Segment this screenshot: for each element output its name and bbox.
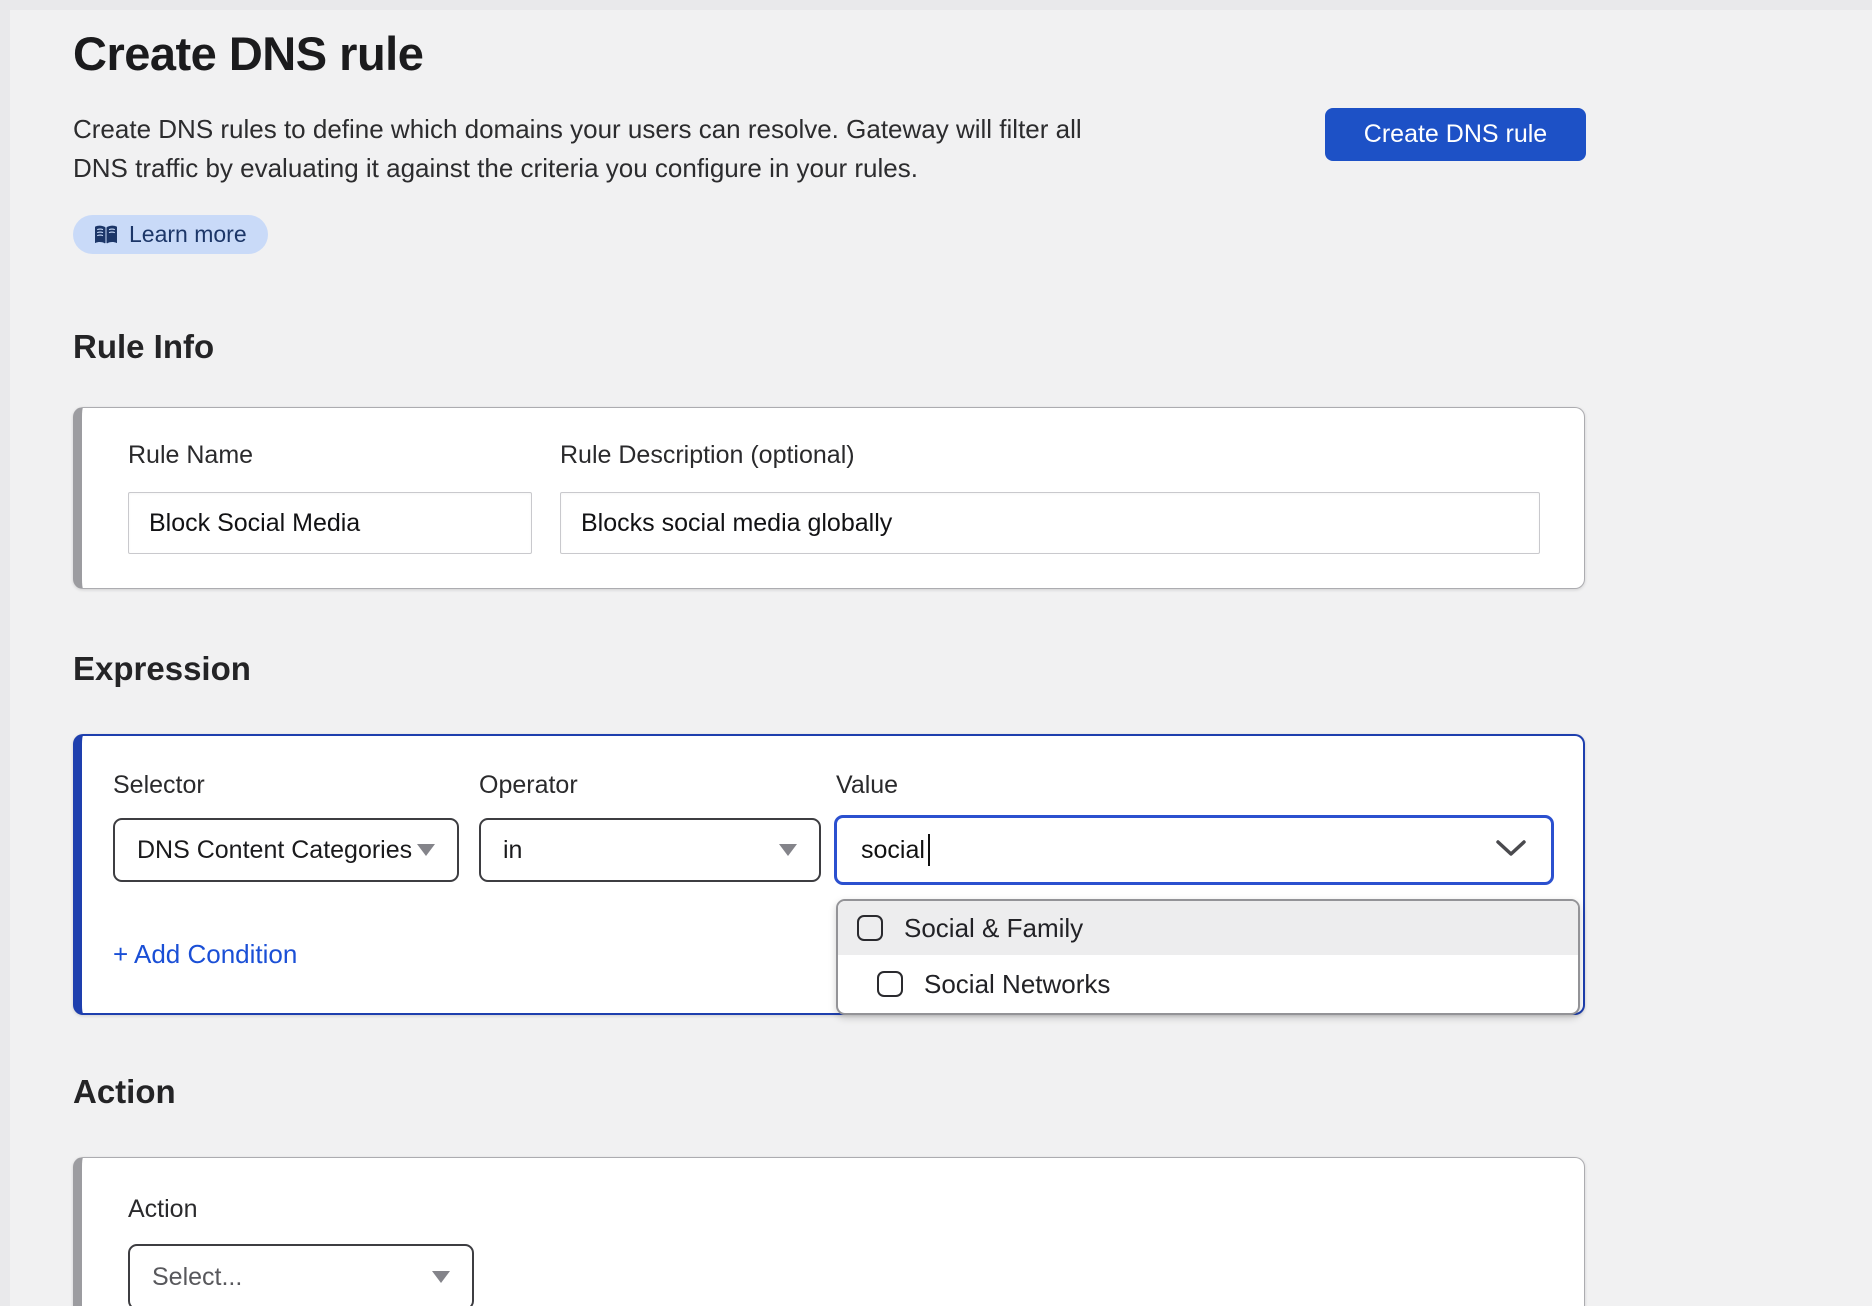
chevron-down-icon	[1495, 836, 1527, 865]
page-description: Create DNS rules to define which domains…	[73, 110, 1093, 188]
value-label: Value	[836, 771, 898, 800]
operator-select-value: in	[503, 836, 522, 865]
dropdown-option-social-networks[interactable]: Social Networks	[838, 955, 1578, 1013]
value-combobox[interactable]: social	[834, 815, 1554, 885]
action-label: Action	[128, 1195, 197, 1224]
selector-select-value: DNS Content Categories	[137, 836, 412, 865]
caret-down-icon	[432, 1271, 450, 1283]
caret-down-icon	[417, 844, 435, 856]
rule-name-input[interactable]	[128, 492, 532, 554]
learn-more-label: Learn more	[129, 221, 247, 248]
action-heading: Action	[73, 1073, 176, 1111]
operator-label: Operator	[479, 771, 578, 800]
checkbox-icon[interactable]	[877, 971, 903, 997]
add-condition-link[interactable]: + Add Condition	[113, 939, 297, 970]
checkbox-icon[interactable]	[857, 915, 883, 941]
create-dns-rule-page: Create DNS rule Create DNS rules to defi…	[0, 0, 1872, 1306]
action-select[interactable]: Select...	[128, 1244, 474, 1306]
action-select-placeholder: Select...	[152, 1263, 242, 1292]
rule-name-label: Rule Name	[128, 441, 253, 470]
action-card: Action Select...	[73, 1157, 1585, 1306]
dropdown-option-label: Social Networks	[924, 969, 1110, 1000]
dropdown-option-label: Social & Family	[904, 913, 1083, 944]
value-dropdown-menu: Social & Family Social Networks	[836, 899, 1580, 1015]
dropdown-option-social-family[interactable]: Social & Family	[838, 901, 1578, 955]
caret-down-icon	[779, 844, 797, 856]
rule-info-heading: Rule Info	[73, 328, 214, 366]
page-title: Create DNS rule	[73, 26, 423, 81]
text-cursor	[928, 834, 930, 866]
expression-heading: Expression	[73, 650, 251, 688]
page-edge-left	[0, 0, 10, 1306]
operator-select[interactable]: in	[479, 818, 821, 882]
create-dns-rule-button[interactable]: Create DNS rule	[1325, 108, 1586, 161]
book-icon	[94, 225, 118, 245]
rule-info-card: Rule Name Rule Description (optional)	[73, 407, 1585, 589]
selector-select[interactable]: DNS Content Categories	[113, 818, 459, 882]
rule-description-input[interactable]	[560, 492, 1540, 554]
learn-more-badge[interactable]: Learn more	[73, 215, 268, 254]
rule-description-label: Rule Description (optional)	[560, 441, 855, 470]
page-edge-top	[0, 0, 1872, 10]
value-input-text: social	[861, 836, 925, 865]
selector-label: Selector	[113, 771, 205, 800]
